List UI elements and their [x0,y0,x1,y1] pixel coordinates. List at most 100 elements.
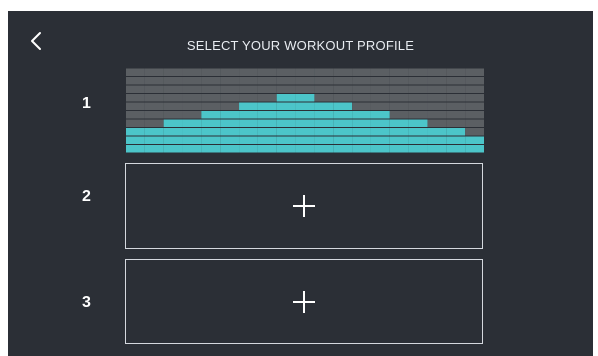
level-segment-filled [314,145,334,153]
level-segment-filled [389,145,409,153]
level-segment-filled [465,136,484,144]
level-segment-filled [427,128,447,136]
level-segment-filled [201,128,221,136]
level-segment-empty [352,77,371,85]
level-segment-empty [446,102,466,110]
level-segment-empty [163,102,183,110]
level-segment-filled [295,94,315,102]
level-segment-empty [465,119,484,127]
level-segment-empty [370,85,390,93]
level-segment-empty [465,102,484,110]
level-segment-filled [370,145,390,153]
level-segment-filled [220,128,240,136]
profile-number-2: 2 [82,188,91,205]
level-segment-filled [295,136,315,144]
level-segment-filled [257,102,277,110]
level-segment-filled [333,111,353,119]
level-segment-empty [257,94,277,102]
level-segment-empty [201,94,221,102]
level-segment-filled [144,145,164,153]
level-segment-filled [352,145,371,153]
level-segment-empty [220,85,240,93]
level-segment-empty [389,77,409,85]
level-segment-filled [220,145,240,153]
level-segment-empty [352,68,371,76]
level-segment-empty [239,85,258,93]
level-segment-filled [182,128,202,136]
level-segment-filled [427,136,447,144]
level-segment-filled [126,145,145,153]
level-segment-empty [389,111,409,119]
level-segment-empty [389,68,409,76]
level-segment-empty [126,102,145,110]
level-segment-empty [126,68,145,76]
level-segment-empty [126,119,145,127]
level-segment-empty [465,77,484,85]
profile-number-3: 3 [82,294,91,311]
level-segment-empty [163,111,183,119]
level-segment-empty [239,68,258,76]
level-segment-empty [389,102,409,110]
level-segment-filled [144,136,164,144]
level-segment-empty [144,68,164,76]
level-segment-filled [220,111,240,119]
level-segment-empty [126,94,145,102]
level-segment-filled [314,128,334,136]
profile-1-graph[interactable] [126,68,484,153]
level-segment-filled [276,111,296,119]
level-segment-empty [427,68,447,76]
level-segment-filled [220,136,240,144]
level-segment-filled [257,128,277,136]
level-segment-empty [465,128,484,136]
level-segment-empty [446,68,466,76]
level-segment-empty [389,94,409,102]
level-segment-empty [144,77,164,85]
level-segment-filled [370,136,390,144]
level-segment-filled [295,102,315,110]
level-segment-empty [257,68,277,76]
level-segment-empty [144,94,164,102]
level-segment-filled [446,145,466,153]
level-segment-empty [295,68,315,76]
level-segment-filled [389,119,409,127]
level-segment-empty [276,68,296,76]
level-segment-empty [408,111,428,119]
level-segment-empty [295,85,315,93]
level-segment-filled [389,136,409,144]
level-segment-filled [408,119,428,127]
level-segment-filled [163,119,183,127]
level-segment-empty [239,77,258,85]
add-profile-3-button[interactable] [125,259,483,344]
level-segment-filled [220,119,240,127]
level-segment-empty [220,77,240,85]
add-profile-2-button[interactable] [125,163,483,249]
level-segment-empty [182,102,202,110]
level-segment-empty [220,94,240,102]
level-segment-empty [314,94,334,102]
level-segment-filled [276,119,296,127]
level-segment-empty [408,68,428,76]
level-segment-filled [314,119,334,127]
level-segment-empty [257,85,277,93]
level-segment-empty [182,94,202,102]
level-segment-empty [352,94,371,102]
level-segment-filled [182,145,202,153]
level-segment-filled [276,94,296,102]
level-segment-empty [126,77,145,85]
level-segment-filled [201,111,221,119]
level-segment-empty [333,68,353,76]
level-segment-empty [201,77,221,85]
level-segment-filled [163,136,183,144]
level-segment-empty [144,119,164,127]
level-segment-empty [408,77,428,85]
level-segment-filled [295,119,315,127]
level-segment-empty [314,85,334,93]
level-segment-filled [126,128,145,136]
level-segment-empty [182,85,202,93]
level-segment-empty [465,68,484,76]
level-segment-empty [427,94,447,102]
level-segment-filled [427,145,447,153]
plus-icon [293,195,315,217]
level-segment-empty [427,85,447,93]
level-segment-filled [333,145,353,153]
